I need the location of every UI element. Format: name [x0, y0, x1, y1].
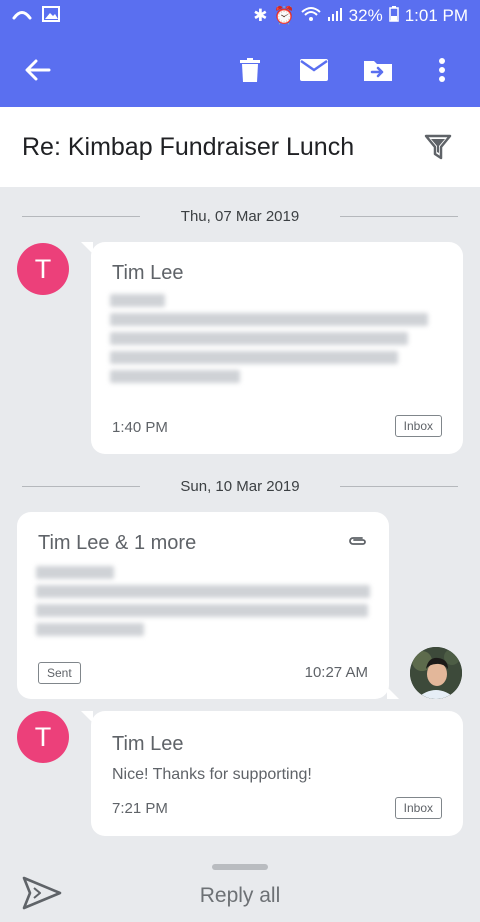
date-separator: Thu, 07 Mar 2019 [0, 204, 480, 228]
more-options-button[interactable] [418, 46, 466, 94]
date-label: Sun, 10 Mar 2019 [180, 477, 300, 495]
message-time: 1:40 PM [112, 419, 168, 436]
alarm-icon: ⏰ [273, 6, 295, 26]
app-bar [0, 32, 480, 107]
back-button[interactable] [14, 46, 62, 94]
date-separator: Sun, 10 Mar 2019 [0, 474, 480, 498]
wifi-icon [300, 6, 321, 27]
label-chip: Sent [38, 662, 81, 684]
reply-all-button[interactable]: Reply all [0, 884, 480, 908]
message-card[interactable]: Tim Lee & 1 more Sent 10:27 AM [17, 512, 399, 699]
move-to-folder-icon [364, 60, 392, 81]
sender-name: Tim Lee & 1 more [38, 532, 197, 554]
message-snippet: Nice! Thanks for supporting! [112, 766, 312, 783]
battery-percent: 32% [348, 6, 383, 25]
battery-icon [388, 5, 399, 27]
gallery-icon [42, 5, 60, 27]
blurred-snippet [110, 294, 430, 389]
bottom-bar: Reply all [0, 852, 480, 922]
mail-icon [300, 58, 328, 81]
date-label: Thu, 07 Mar 2019 [180, 207, 300, 225]
user-photo [410, 647, 462, 699]
avatar-initial: T [34, 721, 52, 752]
thread-subject: Re: Kimbap Fundraiser Lunch [22, 132, 355, 161]
filter-button[interactable] [418, 127, 458, 167]
move-to-button[interactable] [354, 46, 402, 94]
sender-name: Tim Lee [112, 733, 184, 755]
back-arrow-icon [25, 59, 51, 80]
status-bar: ✱ ⏰ 32% 1:01 PM [0, 0, 480, 32]
attachment-icon [349, 537, 366, 545]
delete-button[interactable] [226, 46, 274, 94]
message-card[interactable]: Tim Lee 1:40 PM Inbox [81, 242, 463, 454]
clock: 1:01 PM [404, 6, 468, 25]
avatar[interactable]: T [17, 243, 69, 295]
trash-icon [240, 57, 260, 82]
more-vert-icon [439, 57, 445, 82]
avatar[interactable]: T [17, 711, 69, 763]
signal-icon [327, 6, 343, 26]
avatar-initial: T [34, 253, 52, 284]
avatar[interactable] [410, 647, 462, 699]
label-chip: Inbox [394, 415, 442, 437]
missed-call-icon [12, 6, 32, 26]
message-card[interactable]: Tim Lee Nice! Thanks for supporting! 7:2… [81, 711, 463, 836]
filter-icon [424, 134, 452, 160]
mark-unread-button[interactable] [290, 46, 338, 94]
bluetooth-icon: ✱ [253, 6, 268, 26]
drag-handle[interactable] [212, 864, 268, 870]
sender-name: Tim Lee [112, 262, 184, 284]
subject-bar: Re: Kimbap Fundraiser Lunch [0, 107, 480, 187]
message-time: 10:27 AM [304, 664, 368, 681]
message-time: 7:21 PM [112, 800, 168, 817]
blurred-snippet [36, 566, 376, 642]
label-chip: Inbox [394, 797, 442, 819]
